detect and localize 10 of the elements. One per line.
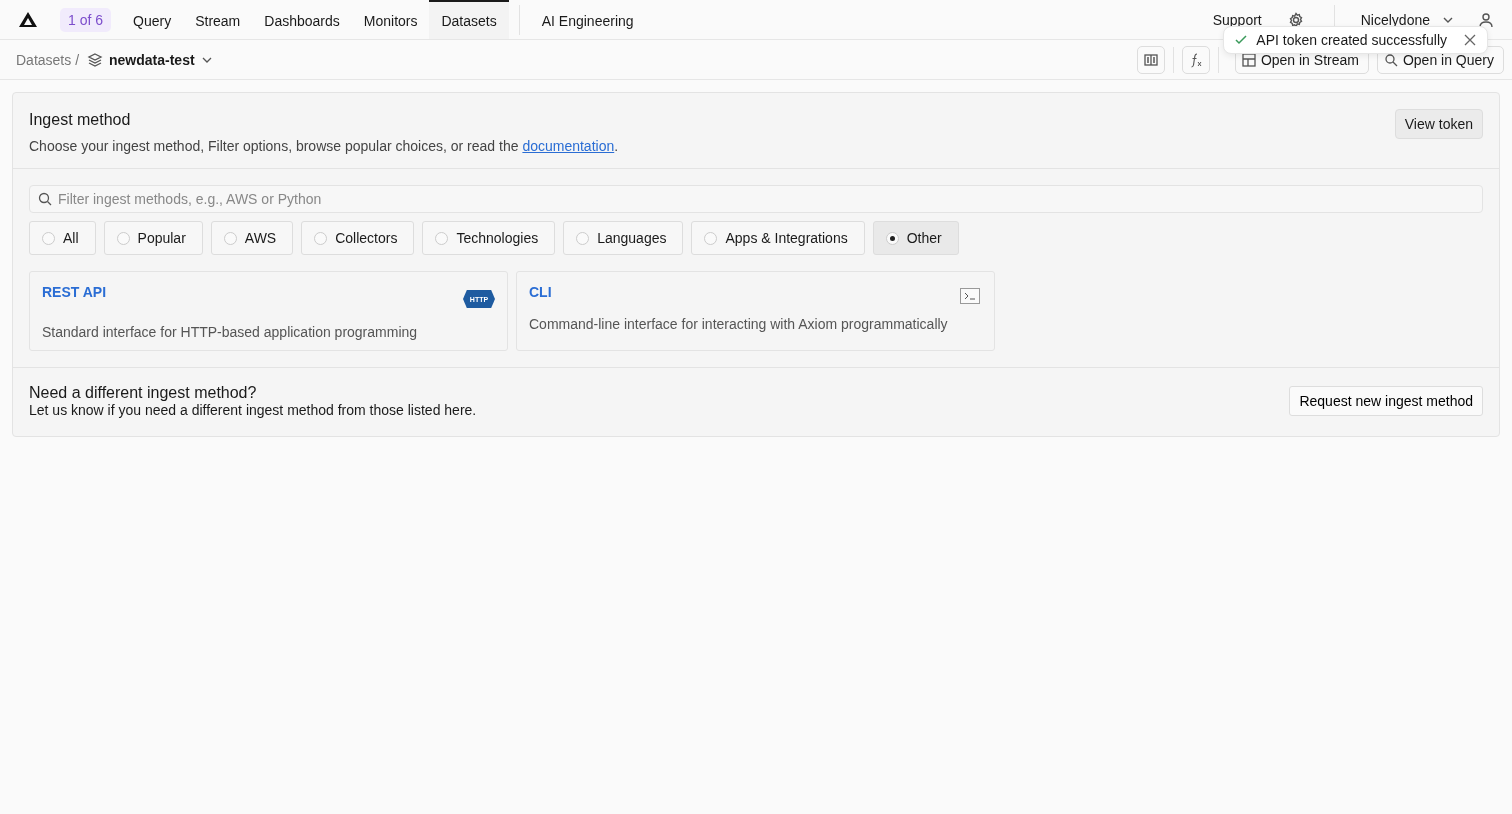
section-title: Ingest method xyxy=(29,111,132,129)
toast-message: API token created successfully xyxy=(1256,32,1447,48)
request-title: Need a different ingest method? xyxy=(29,384,258,402)
request-text: Let us know if you need a different ingest method from those listed here. xyxy=(29,402,477,418)
method-description: Standard interface for HTTP-based application programming xyxy=(42,324,418,340)
method-description: Command-line interface for interacting with Axiom programmatically xyxy=(529,316,948,332)
section-description: Choose your ingest method, Filter options, browse popular choices, or read the documentation. xyxy=(29,138,619,154)
method-title: REST API xyxy=(42,284,107,300)
page-counter: 1 of 6 xyxy=(60,7,112,32)
method-title: CLI xyxy=(529,284,552,300)
